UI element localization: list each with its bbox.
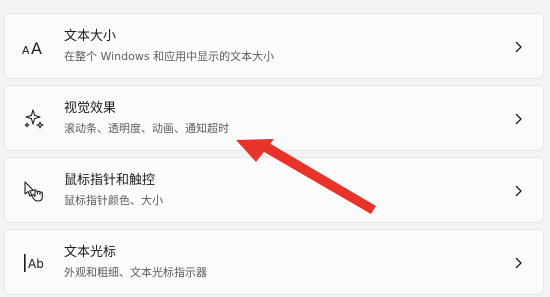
mouse-pointer-touch-setting[interactable]: 鼠标指针和触控 鼠标指针颜色、大小 <box>4 157 544 223</box>
chevron-right-icon <box>515 185 522 197</box>
setting-title: 鼠标指针和触控 <box>64 173 156 188</box>
svg-text:A: A <box>31 39 42 58</box>
setting-subtitle: 在整个 Windows 和应用中显示的文本大小 <box>64 50 275 63</box>
chevron-right-icon <box>515 113 522 125</box>
text-size-icon: A A <box>22 39 42 58</box>
setting-subtitle: 鼠标指针颜色、大小 <box>64 194 163 207</box>
text-cursor-icon: Ab <box>24 254 44 272</box>
setting-title: 视觉效果 <box>64 101 117 116</box>
accessibility-settings-page: A A 文本大小 在整个 Windows 和应用中显示的文本大小 视觉效果 滚动… <box>0 0 550 297</box>
text-cursor-setting[interactable]: Ab 文本光标 外观和粗细、文本光标指示器 <box>4 229 544 295</box>
svg-text:Ab: Ab <box>28 257 44 271</box>
setting-title: 文本光标 <box>64 245 117 260</box>
visual-effects-setting[interactable]: 视觉效果 滚动条、透明度、动画、通知超时 <box>4 85 544 151</box>
chevron-right-icon <box>515 257 522 269</box>
pointer-touch-icon <box>24 181 43 202</box>
setting-title: 文本大小 <box>64 29 117 44</box>
setting-subtitle: 滚动条、透明度、动画、通知超时 <box>64 122 229 135</box>
setting-subtitle: 外观和粗细、文本光标指示器 <box>64 266 207 279</box>
text-size-setting[interactable]: A A 文本大小 在整个 Windows 和应用中显示的文本大小 <box>4 13 544 79</box>
svg-text:A: A <box>22 44 30 57</box>
sparkle-icon <box>24 109 44 129</box>
chevron-right-icon <box>515 41 522 53</box>
